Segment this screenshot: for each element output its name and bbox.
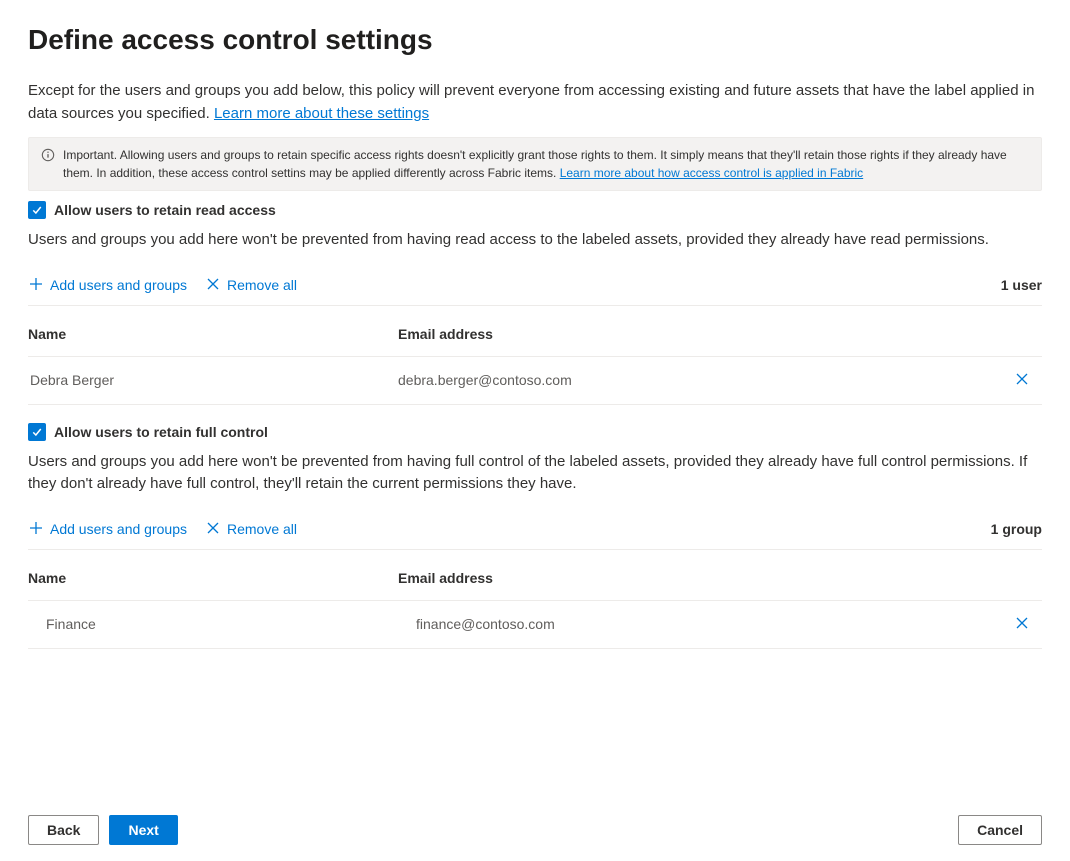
row-name: Finance — [28, 616, 398, 632]
cancel-button[interactable]: Cancel — [958, 815, 1042, 845]
learn-more-fabric-link[interactable]: Learn more about how access control is a… — [560, 166, 864, 180]
back-button[interactable]: Back — [28, 815, 99, 845]
row-email: debra.berger@contoso.com — [398, 372, 1002, 388]
plus-icon — [28, 520, 44, 539]
page-title: Define access control settings — [28, 24, 1042, 56]
remove-all-button-read[interactable]: Remove all — [205, 276, 297, 295]
full-section-description: Users and groups you add here won't be p… — [28, 451, 1042, 496]
intro-text: Except for the users and groups you add … — [28, 80, 1042, 125]
plus-icon — [28, 276, 44, 295]
remove-all-button-full[interactable]: Remove all — [205, 520, 297, 539]
close-icon — [1014, 615, 1030, 634]
full-count: 1 group — [991, 521, 1042, 537]
full-col-name: Name — [28, 570, 398, 586]
table-row: Finance finance@contoso.com — [28, 601, 1042, 649]
full-col-email: Email address — [398, 570, 1042, 586]
table-row: Debra Berger debra.berger@contoso.com — [28, 357, 1042, 405]
row-name: Debra Berger — [28, 372, 398, 388]
close-icon — [205, 520, 221, 539]
footer: Back Next Cancel — [0, 799, 1070, 861]
retain-full-label: Allow users to retain full control — [54, 424, 268, 440]
info-icon — [41, 148, 55, 162]
close-icon — [1014, 371, 1030, 390]
read-col-email: Email address — [398, 326, 1042, 342]
remove-row-button[interactable] — [1002, 371, 1042, 390]
read-toolbar: Add users and groups Remove all 1 user — [28, 276, 1042, 306]
full-toolbar: Add users and groups Remove all 1 group — [28, 520, 1042, 550]
learn-more-settings-link[interactable]: Learn more about these settings — [214, 105, 429, 122]
info-banner-text: Important. Allowing users and groups to … — [63, 148, 1007, 180]
read-section-description: Users and groups you add here won't be p… — [28, 229, 1042, 252]
retain-read-label: Allow users to retain read access — [54, 202, 276, 218]
add-users-button-read[interactable]: Add users and groups — [28, 276, 187, 295]
retain-read-checkbox[interactable] — [28, 201, 46, 219]
info-banner: Important. Allowing users and groups to … — [28, 137, 1042, 191]
full-table-header: Name Email address — [28, 570, 1042, 601]
next-button[interactable]: Next — [109, 815, 177, 845]
retain-full-checkbox[interactable] — [28, 423, 46, 441]
close-icon — [205, 276, 221, 295]
remove-row-button[interactable] — [1002, 615, 1042, 634]
read-count: 1 user — [1001, 277, 1042, 293]
add-users-button-full[interactable]: Add users and groups — [28, 520, 187, 539]
row-email: finance@contoso.com — [398, 616, 1002, 632]
read-table-header: Name Email address — [28, 326, 1042, 357]
read-col-name: Name — [28, 326, 398, 342]
